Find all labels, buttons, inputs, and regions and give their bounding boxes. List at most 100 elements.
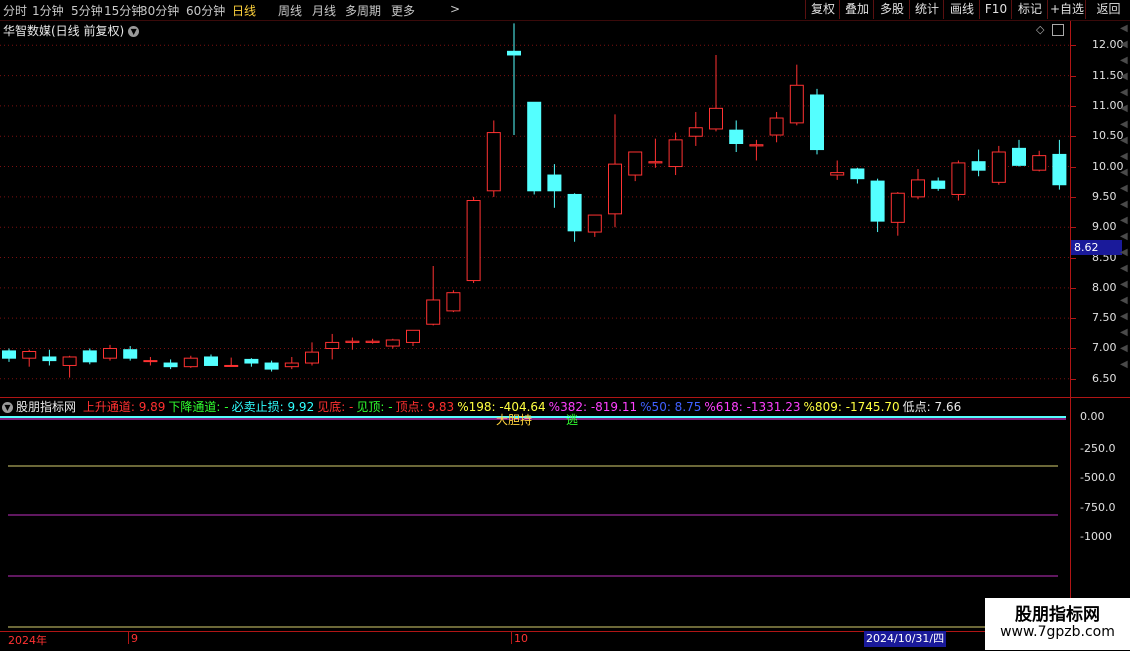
timeframe-tab[interactable]: 30分钟 <box>140 2 179 19</box>
toolbar-button[interactable]: 统计 <box>909 0 944 19</box>
candle <box>325 333 340 360</box>
candle-body <box>547 174 562 192</box>
candle <box>224 357 239 367</box>
candle-body <box>1032 155 1047 171</box>
timeframe-tab[interactable]: 60分钟 <box>186 2 225 19</box>
toolbar-button[interactable]: 叠加 <box>839 0 874 19</box>
candle-body <box>749 144 764 147</box>
date-label-year: 2024年 <box>8 634 47 647</box>
timeframe-tab[interactable]: 5分钟 <box>71 2 103 19</box>
candle <box>183 355 198 368</box>
candle <box>830 160 845 180</box>
side-panel-strip[interactable]: ◀ ◀ ◀ ◀ ◀ ◀ ◀ ◀ ◀ ◀ ◀ ◀ ◀ ◀ ◀ ◀ ◀ ◀ ◀ ◀ ◀ ◀ <box>1120 21 1130 391</box>
candle <box>749 139 764 161</box>
timeframe-tab[interactable]: 15分钟 <box>104 2 143 19</box>
price-tick <box>1071 318 1076 320</box>
candle <box>204 354 218 366</box>
timeframe-tab[interactable]: 多周期 <box>345 2 381 19</box>
candle-body <box>789 84 804 124</box>
candle-body <box>446 292 461 312</box>
timeframe-tab[interactable]: 日线 <box>232 2 256 19</box>
candle-body <box>385 339 400 347</box>
indicator-value: 顶点: 9.83 <box>395 400 455 414</box>
indicator-value: 见底: - <box>317 400 354 414</box>
candlestick-chart[interactable] <box>0 21 1070 397</box>
candle-body <box>2 350 16 359</box>
candle-body <box>406 329 420 343</box>
indicator-value: %198: -404.64 <box>457 400 546 414</box>
candle-body <box>1052 153 1067 186</box>
candle-body <box>426 299 441 325</box>
timeframe-tab[interactable]: 周线 <box>278 2 302 19</box>
candle <box>365 338 380 344</box>
candle <box>103 344 117 361</box>
toolbar-button[interactable]: +自选 <box>1047 0 1086 19</box>
timeframe-tab[interactable]: 1分钟 <box>32 2 64 19</box>
candle <box>850 167 865 184</box>
candle <box>628 151 643 182</box>
candle-body <box>769 117 784 136</box>
toolbar-button[interactable]: 画线 <box>943 0 980 19</box>
candle <box>991 145 1006 185</box>
candle-body <box>890 192 905 223</box>
watermark: 股朋指标网 www.7gpzb.com <box>985 598 1130 650</box>
candle-body <box>183 357 198 368</box>
candle <box>345 337 360 350</box>
price-tick-label: 6.50 <box>1092 371 1117 385</box>
timeframe-tab[interactable]: 分时 <box>3 2 27 19</box>
candle-body <box>204 356 218 366</box>
price-tick <box>1071 227 1076 229</box>
indicator-value: 上升通道: 9.89 <box>82 400 166 414</box>
candle <box>527 101 542 195</box>
candle <box>82 348 97 365</box>
indicator-value: 下降通道: - <box>168 400 229 414</box>
candle <box>22 349 37 367</box>
indicator-value: 见顶: - <box>356 400 393 414</box>
candle <box>305 342 319 366</box>
indicator-values: 上升通道: 9.89 下降通道: - 必卖止损: 9.92 见底: - 见顶: - 顶点:… <box>83 400 964 414</box>
candle <box>446 290 461 313</box>
candle <box>789 64 804 126</box>
toolbar-button[interactable]: 复权 <box>805 0 840 19</box>
toolbar-button[interactable]: F10 <box>979 0 1012 19</box>
indicator-value: %382: -819.11 <box>548 400 638 414</box>
candle <box>668 132 683 176</box>
candle-body <box>42 356 57 362</box>
toolbar-button[interactable]: 多股 <box>873 0 910 19</box>
indicator-tick-label: -1000 <box>1080 530 1112 543</box>
indicator-value: %618: -1331.23 <box>704 400 801 414</box>
timeframe-tab[interactable]: 更多 <box>391 2 415 19</box>
indicator-name[interactable]: 股朋指标网 <box>16 400 76 414</box>
candle-body <box>486 132 501 192</box>
price-tick-label: 7.00 <box>1092 341 1117 355</box>
candle <box>42 349 57 366</box>
chevron-down-icon[interactable]: ▼ <box>2 402 13 413</box>
candle-body <box>567 193 582 232</box>
candle-body <box>224 364 239 367</box>
price-tick <box>1071 105 1076 107</box>
candle <box>1032 150 1047 172</box>
indicator-chart[interactable]: 大胆持 逃 <box>0 413 1070 631</box>
candle-body <box>608 163 622 215</box>
candle <box>466 196 481 283</box>
chevron-right-icon[interactable]: > <box>450 2 460 16</box>
timeframe-tab[interactable]: 月线 <box>312 2 336 19</box>
candle-body <box>628 151 643 176</box>
toolbar-button[interactable]: 标记 <box>1011 0 1048 19</box>
candle <box>2 348 16 362</box>
toolbar-button[interactable]: 返回 <box>1085 0 1130 19</box>
price-tick-label: 10.50 <box>1092 129 1124 143</box>
candle-body <box>22 351 37 359</box>
price-tick-label: 12.00 <box>1092 38 1124 52</box>
current-price-tag: 8.62 <box>1071 240 1122 255</box>
candle <box>567 193 582 242</box>
cursor-date-tag: 2024/10/31/四 <box>864 631 947 647</box>
price-tick <box>1071 75 1076 77</box>
date-tick <box>128 632 129 644</box>
candle <box>729 120 744 152</box>
candle <box>163 359 178 370</box>
candle-body <box>264 362 279 370</box>
indicator-value: 必卖止损: 9.92 <box>231 400 315 414</box>
watermark-title: 股朋指标网 <box>1015 605 1100 625</box>
candle-body <box>365 340 380 343</box>
